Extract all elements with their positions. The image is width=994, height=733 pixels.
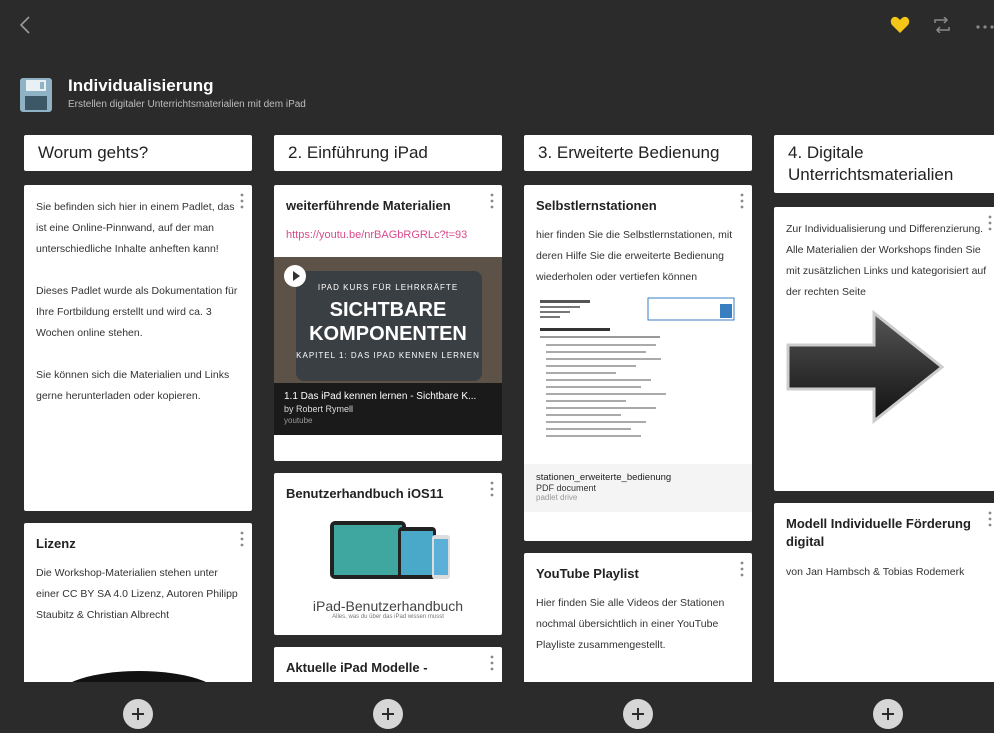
page-title: Individualisierung [68,76,214,95]
file-name: stationen_erweiterte_bedienung [536,472,672,484]
post-card[interactable]: Selbstlernstationen hier finden Sie die … [524,185,752,542]
video-thumbnail[interactable]: IPAD KURS FÜR LEHRKRÄFTE SICHTBARE KOMPO… [274,257,502,384]
ipad-devices-image [330,521,450,580]
column-digitale-unterrichtsmaterialien: 4. Digitale Unterrichtsmaterialien Zur I… [774,135,994,705]
video-overlay-bottom: KAPITEL 1: DAS IPAD KENNEN LERNEN [296,351,480,361]
column-title: 3. Erweiterte Bedienung [524,135,752,172]
heart-icon[interactable] [890,16,910,34]
file-type: PDF document [536,483,597,494]
back-icon[interactable] [16,14,36,36]
kebab-icon[interactable] [740,193,744,209]
post-card[interactable]: Sie befinden sich hier in einem Padlet, … [24,185,252,512]
kebab-icon[interactable] [490,655,494,671]
floppy-disk-icon [20,78,52,112]
padlet-header: Individualisierung Erstellen digitaler U… [20,70,720,120]
handbook-title: iPad-Benutzerhandbuch [312,598,464,615]
post-text: von Jan Hambsch & Tobias Rodemerk [786,565,965,578]
column-einfuehrung-ipad: 2. Einführung iPad weiterführende Materi… [274,135,502,699]
add-icon[interactable] [123,699,153,729]
column-title: 4. Digitale Unterrichtsmaterialien [774,135,994,194]
video-overlay-big-2: KOMPONENTEN [309,323,467,346]
post-title: Aktuelle iPad Modelle - [286,660,428,676]
post-text: Sie befinden sich hier in einem Padlet, … [36,201,238,403]
column-erweiterte-bedienung: 3. Erweiterte Bedienung Selbstlernstatio… [524,135,752,705]
remake-icon[interactable] [932,17,952,33]
file-source: padlet drive [536,493,578,503]
kebab-icon[interactable] [988,511,992,527]
video-source: youtube [284,416,313,426]
arrow-right-icon [786,310,945,425]
post-title: Benutzerhandbuch iOS11 [286,486,444,502]
post-card[interactable]: Modell Individuelle Förderung digital vo… [774,503,994,694]
kebab-icon[interactable] [490,193,494,209]
page-subtitle: Erstellen digitaler Unterrichtsmateriali… [68,99,306,110]
file-footer: stationen_erweiterte_bedienung PDF docum… [524,464,752,513]
column-worum-gehts: Worum gehts? Sie befinden sich hier in e… [24,135,252,705]
kebab-icon[interactable] [490,481,494,497]
post-text: Die Workshop-Materialien stehen unter ei… [36,567,238,622]
post-title: Lizenz [36,536,76,552]
video-author: by Robert Rymell [284,404,354,415]
video-title: 1.1 Das iPad kennen lernen - Sichtbare K… [284,391,477,403]
handbook-subtitle: Alles, was du über das iPad wissen musst [332,614,444,621]
video-overlay-top: IPAD KURS FÜR LEHRKRÄFTE [317,283,459,293]
pdf-preview-image[interactable] [536,294,740,460]
kebab-icon[interactable] [240,531,244,547]
kebab-icon[interactable] [988,215,992,231]
add-icon[interactable] [373,699,403,729]
post-text: Hier finden Sie alle Videos der Statione… [536,597,725,652]
post-card[interactable]: Lizenz Die Workshop-Materialien stehen u… [24,523,252,694]
post-title: Modell Individuelle Förderung digital [786,516,971,550]
post-link[interactable]: https://youtu.be/nrBAGbRGRLc?t=93 [286,225,490,245]
add-icon[interactable] [873,699,903,729]
post-title: YouTube Playlist [536,566,639,582]
column-title: Worum gehts? [24,135,252,172]
post-card[interactable]: YouTube Playlist Hier finden Sie alle Vi… [524,553,752,694]
add-icon[interactable] [623,699,653,729]
post-title: weiterführende Materialien [286,198,451,214]
kebab-icon[interactable] [240,193,244,209]
post-card[interactable]: Benutzerhandbuch iOS11 iPad-Benutzerhand… [274,473,502,636]
column-title: 2. Einführung iPad [274,135,502,172]
post-title: Selbstlernstationen [536,198,657,214]
video-footer: 1.1 Das iPad kennen lernen - Sichtbare K… [274,383,502,436]
post-card[interactable]: Zur Individualisierung und Differenzieru… [774,207,994,492]
video-overlay-big-1: SICHTBARE [329,299,447,322]
top-bar [0,0,994,48]
post-card[interactable]: weiterführende Materialien https://youtu… [274,185,502,462]
post-text: Zur Individualisierung und Differenzieru… [786,223,987,299]
kebab-icon[interactable] [740,561,744,577]
post-text: hier finden Sie die Selbstlernstationen,… [536,229,733,284]
add-post-bar [0,682,994,733]
more-icon[interactable] [975,24,994,30]
